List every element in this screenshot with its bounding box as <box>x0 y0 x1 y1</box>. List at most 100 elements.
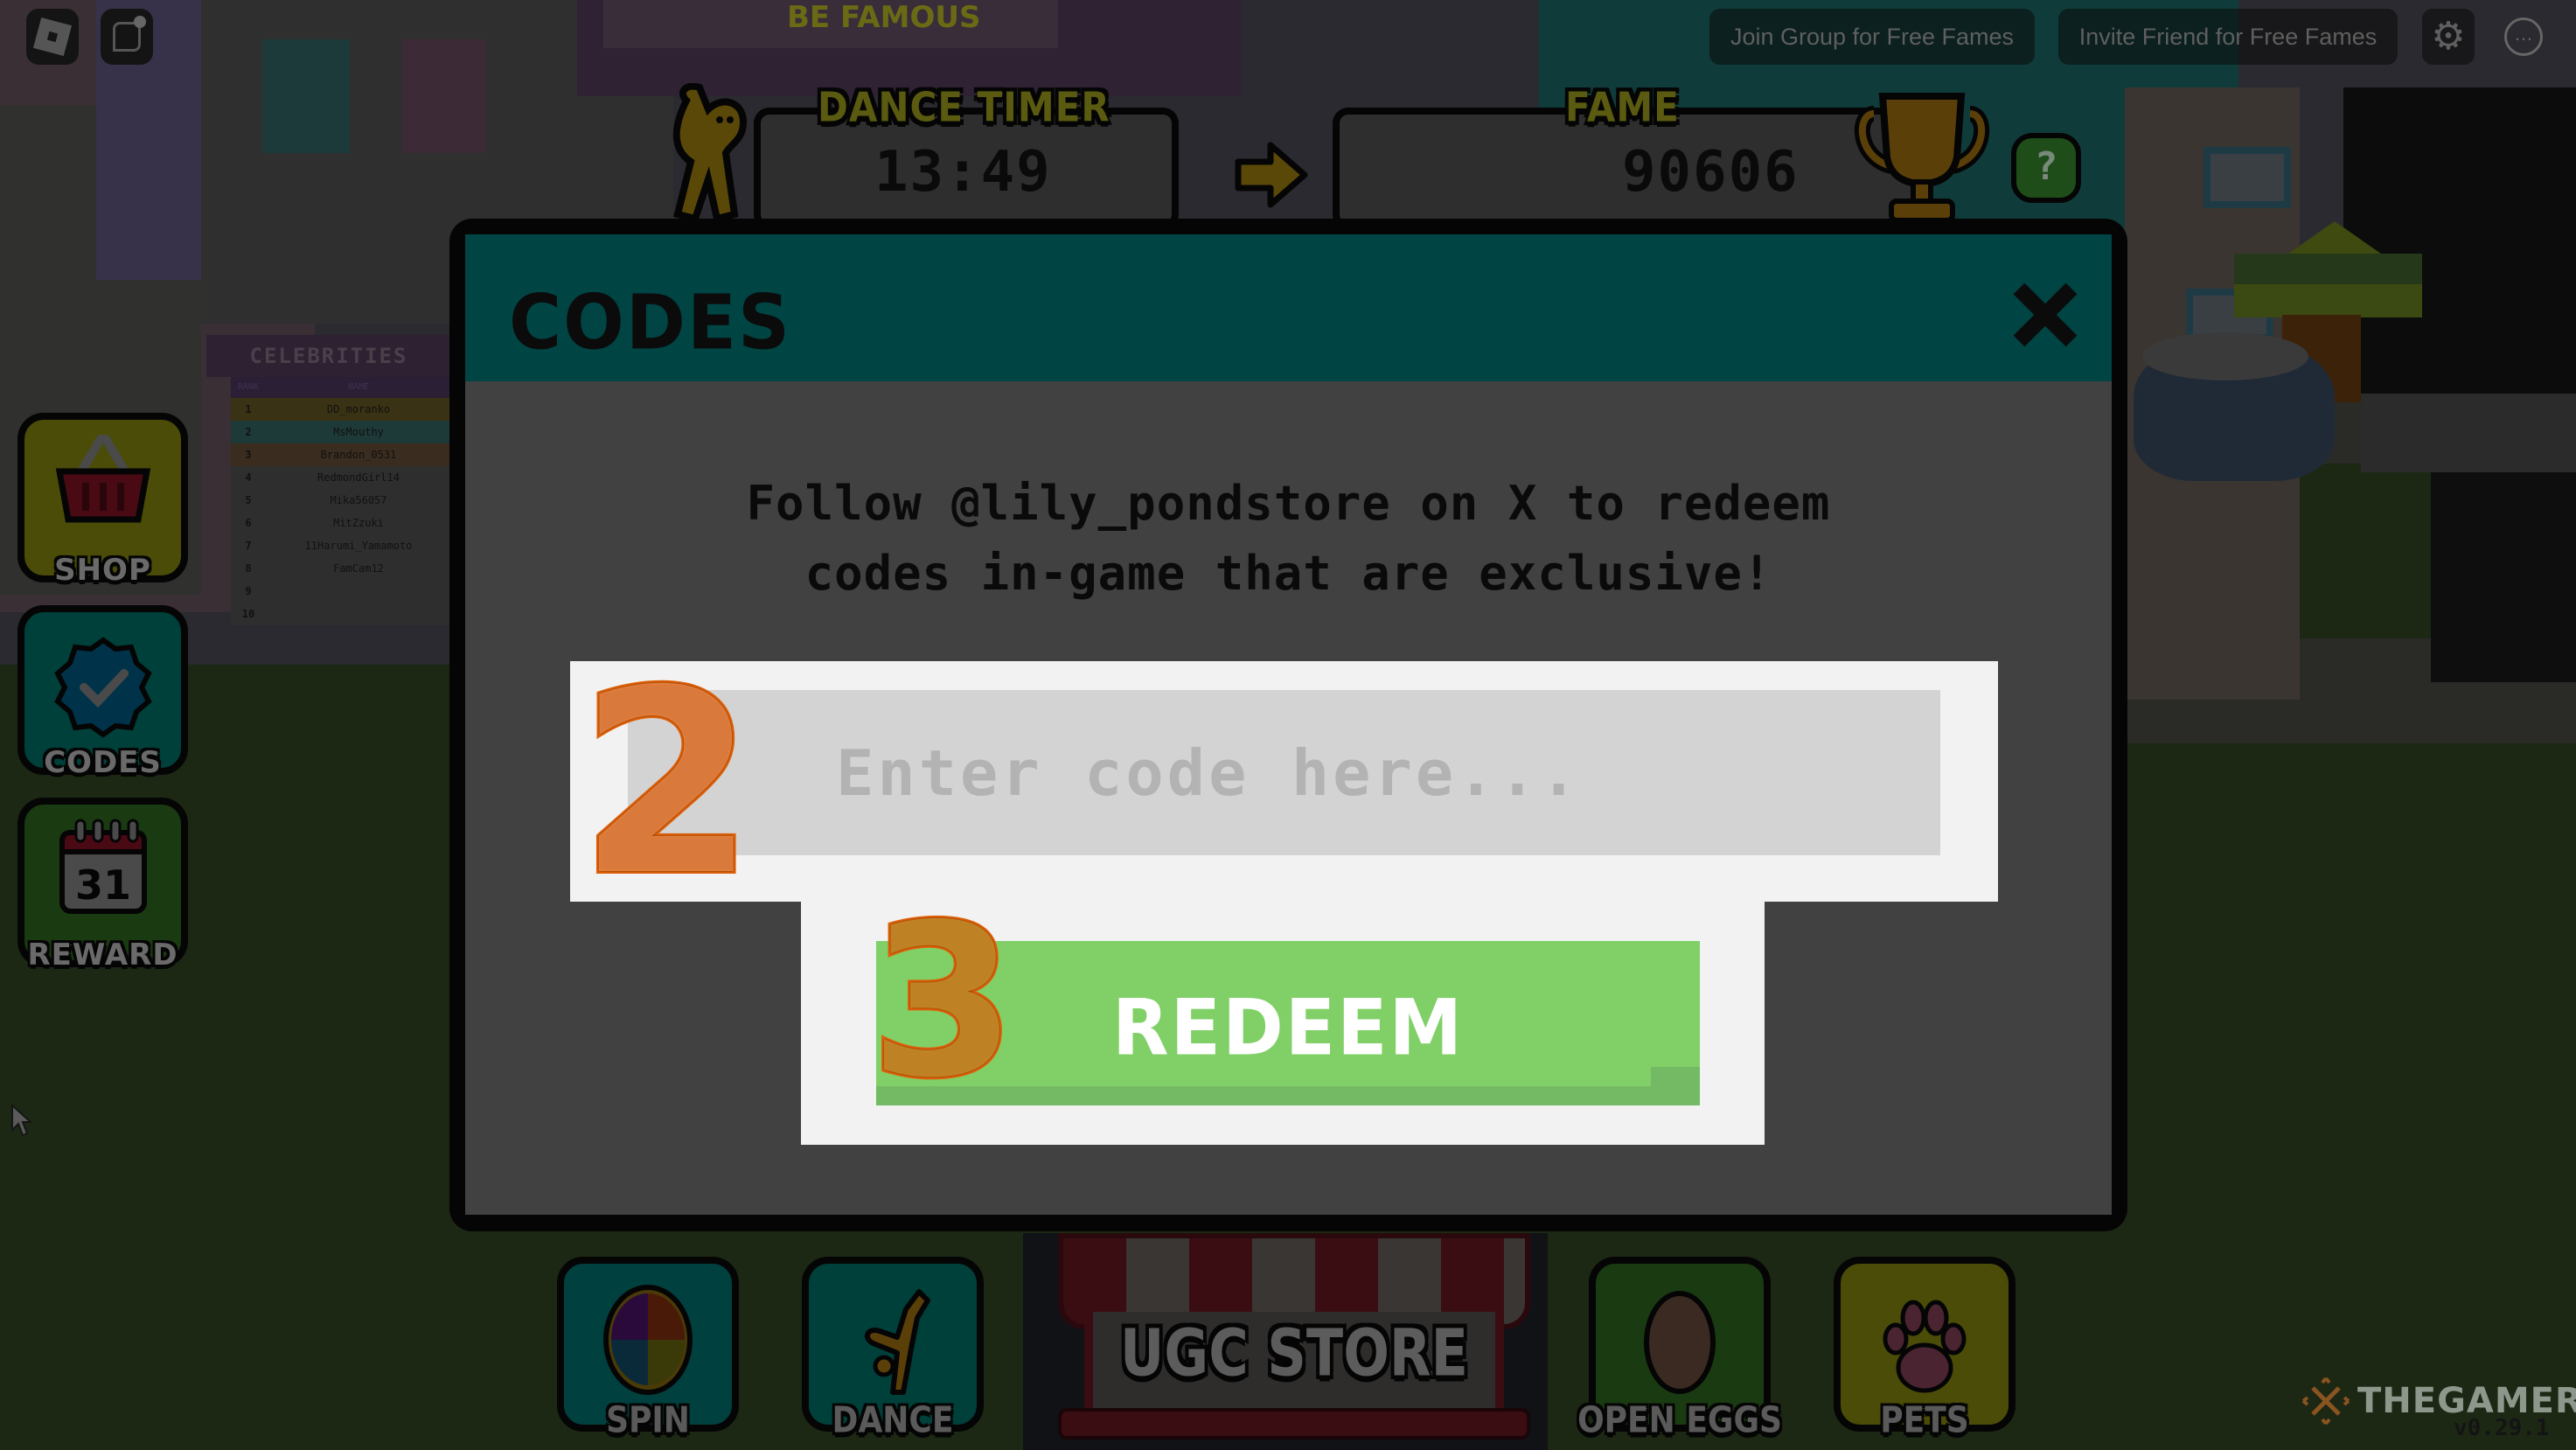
pets-label: PETS <box>1880 1399 1969 1442</box>
codes-label: CODES <box>44 745 162 780</box>
spin-label: SPIN <box>606 1399 690 1442</box>
scene-building-trim <box>2361 394 2576 472</box>
modal-description: Follow @lily_pondstore on X to redeem co… <box>465 469 2112 609</box>
player-name: FamCam12 <box>333 562 384 575</box>
description-line-2: codes in-game that are exclusive! <box>804 546 1772 601</box>
scene-building-door <box>2431 472 2576 682</box>
leaderboard-row: 3 Brandon_0531 <box>231 443 451 466</box>
player-name: Brandon_0531 <box>320 449 397 461</box>
fame-label: FAME <box>1565 83 1680 131</box>
leaderboard-row: 6 MitZzuki <box>231 512 451 534</box>
celebrities-leaderboard: CELEBRITIES RANK NAME 1 DD_moranko 2 MsMou… <box>206 335 451 625</box>
dancer-mascot-icon <box>672 83 748 223</box>
scene-pink-panel <box>402 39 485 153</box>
player-name: MitZzuki <box>333 517 384 529</box>
leaderboard-row: 7 11Harumi_Yamamoto <box>231 534 451 557</box>
trophy-icon <box>1855 93 1989 223</box>
player-name: 11Harumi_Yamamoto <box>304 540 413 552</box>
more-icon: … <box>2504 17 2543 56</box>
scene-teal-panel <box>262 39 350 153</box>
roblox-logo-icon <box>32 17 73 57</box>
verified-badge-icon <box>53 637 152 738</box>
scene-window <box>2204 147 2291 208</box>
leaderboard-row: 5 Mika56057 <box>231 489 451 512</box>
chat-button[interactable] <box>101 9 153 65</box>
leaderboard-row: 10 <box>231 603 451 625</box>
thegamer-logo-icon <box>2301 1377 2350 1426</box>
code-input-panel <box>570 661 1998 902</box>
player-name: RedmondGirl14 <box>317 471 400 484</box>
code-input[interactable] <box>628 690 1940 855</box>
more-options-button[interactable]: … <box>2501 9 2550 65</box>
invite-friend-button[interactable]: Invite Friend for Free Fames <box>2058 9 2398 65</box>
player-name: MsMouthy <box>333 426 384 438</box>
player-name: Mika56057 <box>330 494 387 506</box>
rank: 1 <box>245 403 252 415</box>
redeem-label: REDEEM <box>1112 982 1465 1073</box>
scene-tree-mid <box>2234 254 2422 289</box>
shop-label: SHOP <box>54 553 151 588</box>
help-button[interactable]: ? <box>2011 133 2081 203</box>
roblox-menu-button[interactable] <box>26 9 79 65</box>
dance-timer-label: DANCE TIMER <box>818 83 1110 131</box>
close-icon[interactable] <box>2012 280 2078 350</box>
dance-label: DANCE <box>832 1399 954 1442</box>
codes-button[interactable]: CODES <box>17 605 188 780</box>
game-version: v0.29.1 <box>2454 1415 2550 1441</box>
scene-sign-text: BE FAMOUS <box>787 0 981 35</box>
rank: 2 <box>245 426 252 438</box>
leaderboard-row: 4 RedmondGirl14 <box>231 466 451 489</box>
rank: 5 <box>245 494 252 506</box>
modal-header: CODES <box>465 234 2112 381</box>
leaderboard-col-name: NAME <box>347 382 370 392</box>
fame-value: 90606 <box>1622 140 1800 205</box>
rank: 3 <box>245 449 252 461</box>
paw-icon <box>1883 1300 1967 1393</box>
rank: 8 <box>245 562 252 575</box>
open-eggs-label: OPEN EGGS <box>1577 1399 1782 1442</box>
description-line-1: Follow @lily_pondstore on X to redeem <box>746 476 1831 531</box>
pets-button[interactable]: PETS <box>1834 1257 2016 1441</box>
player-name <box>266 603 451 625</box>
notification-dot-icon <box>134 16 146 28</box>
spin-button[interactable]: SPIN <box>557 1257 739 1441</box>
calendar-day: 31 <box>74 861 130 909</box>
dance-button[interactable]: DANCE <box>802 1257 984 1441</box>
storefront-base <box>1058 1408 1530 1440</box>
join-group-button[interactable]: Join Group for Free Fames <box>1709 9 2035 65</box>
ugc-store-label: UGC STORE <box>1119 1314 1469 1391</box>
step-3-annotation: 3 <box>867 879 1019 1124</box>
player-name <box>266 580 451 603</box>
mouse-cursor-icon <box>11 1104 31 1137</box>
rank: 6 <box>245 517 252 529</box>
modal-title: CODES <box>509 279 792 367</box>
gear-icon: ⚙ <box>2431 15 2466 58</box>
rank: 7 <box>245 540 252 552</box>
leaderboard-row: 2 MsMouthy <box>231 421 451 443</box>
reward-button[interactable]: 31 REWARD <box>17 798 188 972</box>
shop-button[interactable]: SHOP <box>17 413 188 588</box>
basket-icon <box>55 435 150 523</box>
calendar-icon: 31 <box>59 819 147 914</box>
player-name: DD_moranko <box>326 403 391 415</box>
leaderboard-row: 9 <box>231 580 451 603</box>
settings-button[interactable]: ⚙ <box>2422 9 2475 65</box>
rank: 10 <box>241 608 255 620</box>
dance-timer-value: 13:49 <box>874 140 1052 205</box>
dancer-icon <box>865 1289 930 1395</box>
leaderboard-header: RANK NAME <box>231 377 451 398</box>
leaderboard-title: CELEBRITIES <box>206 335 451 377</box>
step-2-annotation: 2 <box>576 637 758 931</box>
color-wheel-icon <box>603 1285 693 1395</box>
rank: 4 <box>245 471 252 484</box>
leaderboard-row: 8 FamCam12 <box>231 557 451 580</box>
ugc-store-button[interactable]: UGC STORE <box>1058 1233 1530 1443</box>
open-eggs-button[interactable]: OPEN EGGS <box>1577 1257 1782 1441</box>
scene-tree-bottom <box>2234 284 2422 317</box>
leaderboard-row: 1 DD_moranko <box>231 398 451 421</box>
reward-label: REWARD <box>27 938 178 972</box>
leaderboard-col-rank: RANK <box>237 382 260 392</box>
rank: 9 <box>245 585 252 597</box>
egg-icon <box>1644 1291 1716 1394</box>
arrow-right-icon <box>1235 142 1308 208</box>
